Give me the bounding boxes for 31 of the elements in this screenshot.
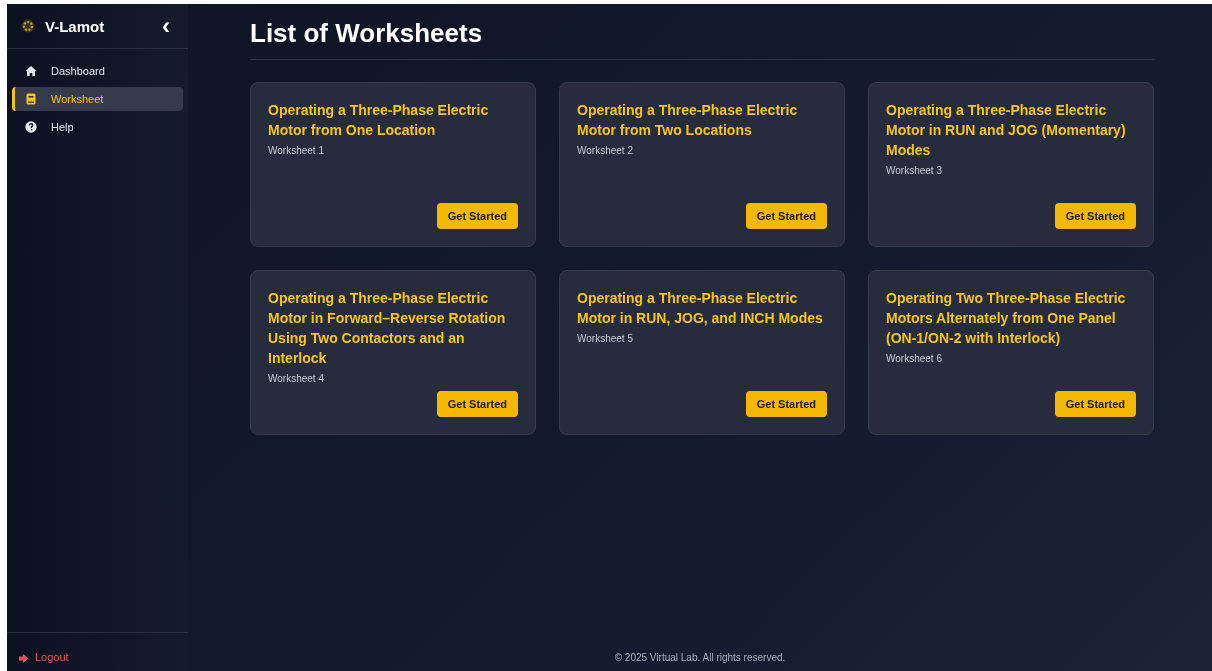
worksheet-number: Worksheet 6 xyxy=(886,353,943,364)
worksheet-title: Operating a Three-Phase Electric Motor in RUN, JOG, and INCH Modes xyxy=(577,289,824,328)
copyright-text: © 2025 Virtual Lab. All rights reserved. xyxy=(613,652,787,665)
worksheet-number: Worksheet 2 xyxy=(577,145,634,156)
help-icon xyxy=(25,121,37,133)
worksheet-number: Worksheet 1 xyxy=(268,145,325,156)
get-started-button[interactable]: Get Started xyxy=(745,391,827,417)
get-started-button[interactable]: Get Started xyxy=(436,203,518,229)
worksheet-title: Operating a Three-Phase Electric Motor from One Location xyxy=(268,101,490,140)
worksheet-number: Worksheet 4 xyxy=(268,373,325,384)
get-started-button[interactable]: Get Started xyxy=(745,203,827,229)
get-started-button[interactable]: Get Started xyxy=(1054,203,1136,229)
worksheet-title: Operating a Three-Phase Electric Motor in Forward–Reverse Rotation Using Two Contactors and an Interlock xyxy=(268,289,507,368)
collapse-button[interactable]: ‹ xyxy=(158,16,174,36)
brand-name: V-Lamot xyxy=(45,17,106,35)
page-title: List of Worksheets xyxy=(250,4,1155,60)
worksheet-title: Operating Two Three-Phase Electric Motors Alternately from One Panel (ON-1/ON-2 with Interlock) xyxy=(886,289,1127,348)
logout-icon xyxy=(19,654,29,663)
gear-logo-icon xyxy=(21,19,35,33)
worksheet-number: Worksheet 5 xyxy=(577,333,634,344)
worksheet-title: Operating a Three-Phase Electric Motor in RUN and JOG (Momentary) Modes xyxy=(886,101,1127,160)
book-icon xyxy=(25,93,37,105)
worksheet-number: Worksheet 3 xyxy=(886,165,943,176)
get-started-button[interactable]: Get Started xyxy=(1054,391,1136,417)
logout-link[interactable]: Logout xyxy=(7,632,188,671)
worksheet-title: Operating a Three-Phase Electric Motor from Two Locations xyxy=(577,101,799,140)
nav-item[interactable]: Worksheet xyxy=(12,87,183,111)
home-icon xyxy=(25,65,37,77)
nav-item[interactable]: Help xyxy=(12,115,183,139)
nav-item[interactable]: Dashboard xyxy=(12,59,183,83)
get-started-button[interactable]: Get Started xyxy=(436,391,518,417)
